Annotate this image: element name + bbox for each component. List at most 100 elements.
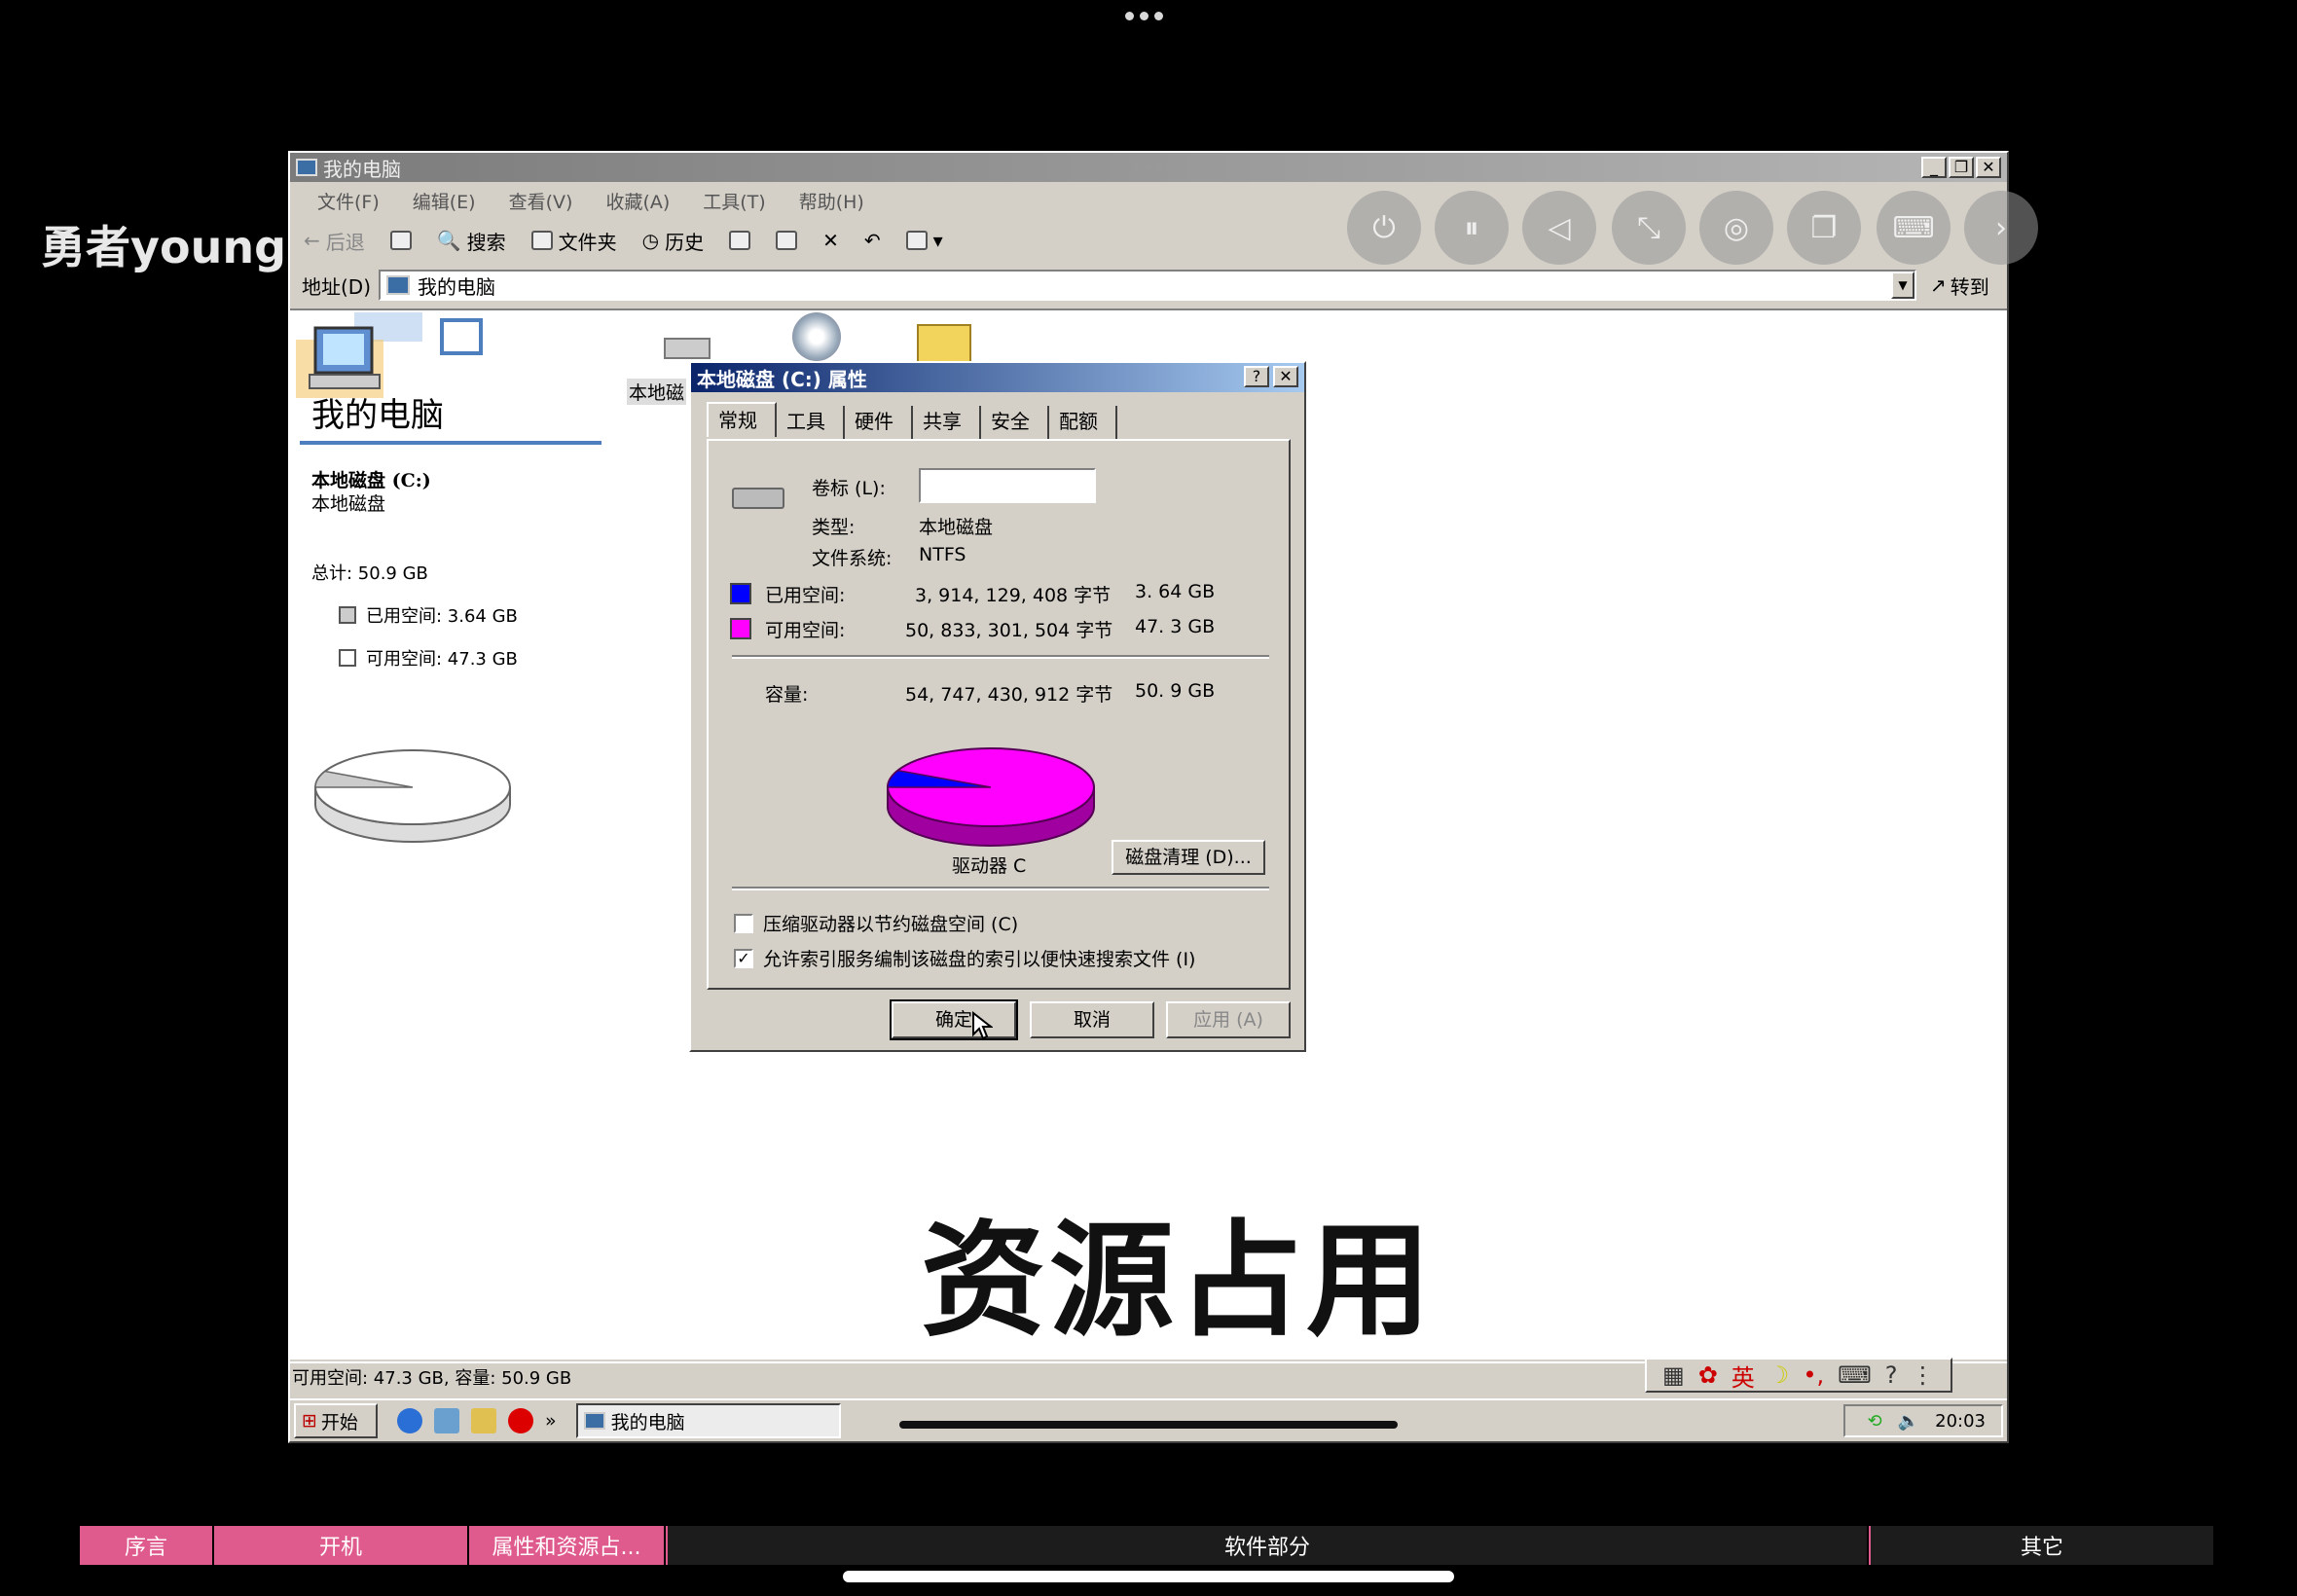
dialog-help-button[interactable]: ? [1244,366,1269,387]
menu-help[interactable]: 帮助(H) [799,188,864,214]
views-dropdown-icon: ▾ [932,229,943,252]
undo-button[interactable]: ↶ [864,229,881,252]
drive-icon[interactable] [664,338,711,359]
tab-general[interactable]: 常规 [707,402,777,437]
free-swatch [339,649,356,667]
delete-button[interactable]: ✕ [822,229,839,252]
used-space-gb: 3. 64 GB [1135,581,1216,602]
chapter-boot[interactable]: 开机 [214,1526,469,1565]
show-desktop-icon[interactable] [434,1408,459,1433]
playback-scrubber[interactable] [899,1421,1398,1429]
more-quick-launch[interactable]: » [545,1410,557,1432]
chapter-other[interactable]: 其它 [1869,1526,2215,1565]
next-icon[interactable]: › [1964,191,2038,265]
ime-bar[interactable]: ▦ ✿ 英 ☽ •, ⌨ ? ⋮ [1645,1358,1952,1393]
search-icon: 🔍 [436,229,461,252]
pause-icon[interactable]: ⏸ [1435,191,1509,265]
menu-view[interactable]: 查看(V) [509,188,573,214]
copy-to-button[interactable] [776,231,798,250]
address-label: 地址(D) [302,274,372,299]
start-button[interactable]: ⊞ 开始 [294,1403,378,1438]
apply-button[interactable]: 应用 (A) [1166,1001,1291,1038]
ime-menu-icon[interactable]: ⋮ [1912,1361,1935,1389]
ime-help-icon[interactable]: ? [1885,1361,1898,1389]
more-dots-icon[interactable] [1125,12,1172,25]
half-width-icon[interactable]: ☽ [1768,1361,1790,1389]
ime-logo-icon: ▦ [1662,1361,1685,1389]
close-button[interactable]: ✕ [1976,157,2001,178]
punctuation-icon[interactable]: •, [1803,1361,1824,1389]
tab-hardware[interactable]: 硬件 [845,406,913,439]
folders-button[interactable]: 文件夹 [530,227,617,255]
outlook-icon[interactable] [471,1408,496,1433]
soft-keyboard-icon[interactable]: ⌨ [1838,1361,1872,1389]
drive-icon-label[interactable]: 本地磁 [627,379,687,405]
tab-sharing[interactable]: 共享 [913,406,981,439]
free-space-legend: 可用空间: 47.3 GB [339,645,518,671]
selected-drive-name: 本地磁盘 (C:) [311,470,431,491]
power-icon[interactable]: ⏻ [1347,191,1421,265]
hard-drive-icon [732,488,784,509]
ime-lang[interactable]: 英 [1732,1359,1755,1393]
volume-icon[interactable]: 🔈 [1898,1411,1919,1432]
chapter-prologue[interactable]: 序言 [80,1526,214,1565]
chapter-software[interactable]: 软件部分 [666,1526,1869,1565]
move-to-icon [729,231,751,250]
cd-drive-icon[interactable] [792,312,841,361]
up-folder-button[interactable] [389,231,412,250]
compass-icon[interactable]: ◎ [1699,191,1773,265]
dialog-titlebar[interactable]: 本地磁盘 (C:) 属性 ? ✕ [691,363,1304,392]
used-space-bytes: 3, 914, 129, 408 字节 [915,585,1112,606]
menu-favorites[interactable]: 收藏(A) [605,188,670,214]
type-value: 本地磁盘 [919,517,994,538]
index-checkbox[interactable]: ✓ [734,949,753,968]
back-icon[interactable]: ◁ [1522,191,1596,265]
tab-tools[interactable]: 工具 [777,406,845,439]
disk-cleanup-button[interactable]: 磁盘清理 (D)... [1112,840,1265,875]
ie-icon[interactable] [397,1408,422,1433]
window-icon[interactable]: ❐ [1787,191,1861,265]
title-dots-icon [1133,164,1163,171]
keyboard-icon[interactable]: ⌨ [1877,191,1951,265]
views-icon [905,231,928,250]
index-label[interactable]: 允许索引服务编制该磁盘的索引以便快速搜索文件 (I) [763,945,1195,971]
address-bar: 地址(D) 我的电脑 ▼ ↗ 转到 [290,266,2007,305]
status-text: 可用空间: 47.3 GB, 容量: 50.9 GB [292,1368,572,1389]
disk-usage-pie [314,749,511,843]
address-dropdown-icon[interactable]: ▼ [1891,272,1915,299]
history-button[interactable]: ◷ 历史 [642,227,704,255]
go-button[interactable]: ↗ 转到 [1930,272,1989,300]
dialog-close-button[interactable]: ✕ [1273,366,1298,387]
compress-label[interactable]: 压缩驱动器以节约磁盘空间 (C) [763,910,1018,936]
menu-tools[interactable]: 工具(T) [703,188,765,214]
chapter-properties[interactable]: 属性和资源占... [469,1526,666,1565]
control-panel-icon[interactable] [917,324,971,365]
search-button[interactable]: 🔍 搜索 [437,227,506,255]
taskbar: ⊞ 开始 » 我的电脑 ⟲ 🔈 20:03 [290,1398,2007,1441]
views-button[interactable]: ▾ [905,229,943,252]
compress-checkbox[interactable] [734,914,753,933]
network-icon[interactable]: ⟲ [1868,1411,1882,1432]
back-button[interactable]: ← 后退 [304,227,365,255]
volume-input[interactable] [919,468,1096,503]
up-folder-icon [389,231,412,250]
address-value: 我的电脑 [418,274,496,299]
restore-button[interactable]: ❐ [1949,157,1974,178]
used-swatch [339,606,356,624]
filesystem-value: NTFS [919,544,966,565]
menu-file[interactable]: 文件(F) [317,188,380,214]
address-input[interactable]: 我的电脑 ▼ [379,270,1917,301]
menu-edit[interactable]: 编辑(E) [413,188,476,214]
clock[interactable]: 20:03 [1935,1411,1986,1432]
capacity-bytes: 54, 747, 430, 912 字节 [905,684,1113,706]
window-titlebar[interactable]: 我的电脑 _ ❐ ✕ [290,153,2007,182]
cancel-button[interactable]: 取消 [1030,1001,1154,1038]
taskbar-my-computer[interactable]: 我的电脑 [575,1403,841,1438]
ok-button[interactable]: 确定 [890,999,1018,1040]
tab-quota[interactable]: 配额 [1049,406,1117,439]
move-to-button[interactable] [729,231,751,250]
opera-icon[interactable] [508,1408,533,1433]
minimize-button[interactable]: _ [1921,157,1947,178]
minimize-icon[interactable]: ⤡ [1612,191,1686,265]
tab-security[interactable]: 安全 [981,406,1049,439]
